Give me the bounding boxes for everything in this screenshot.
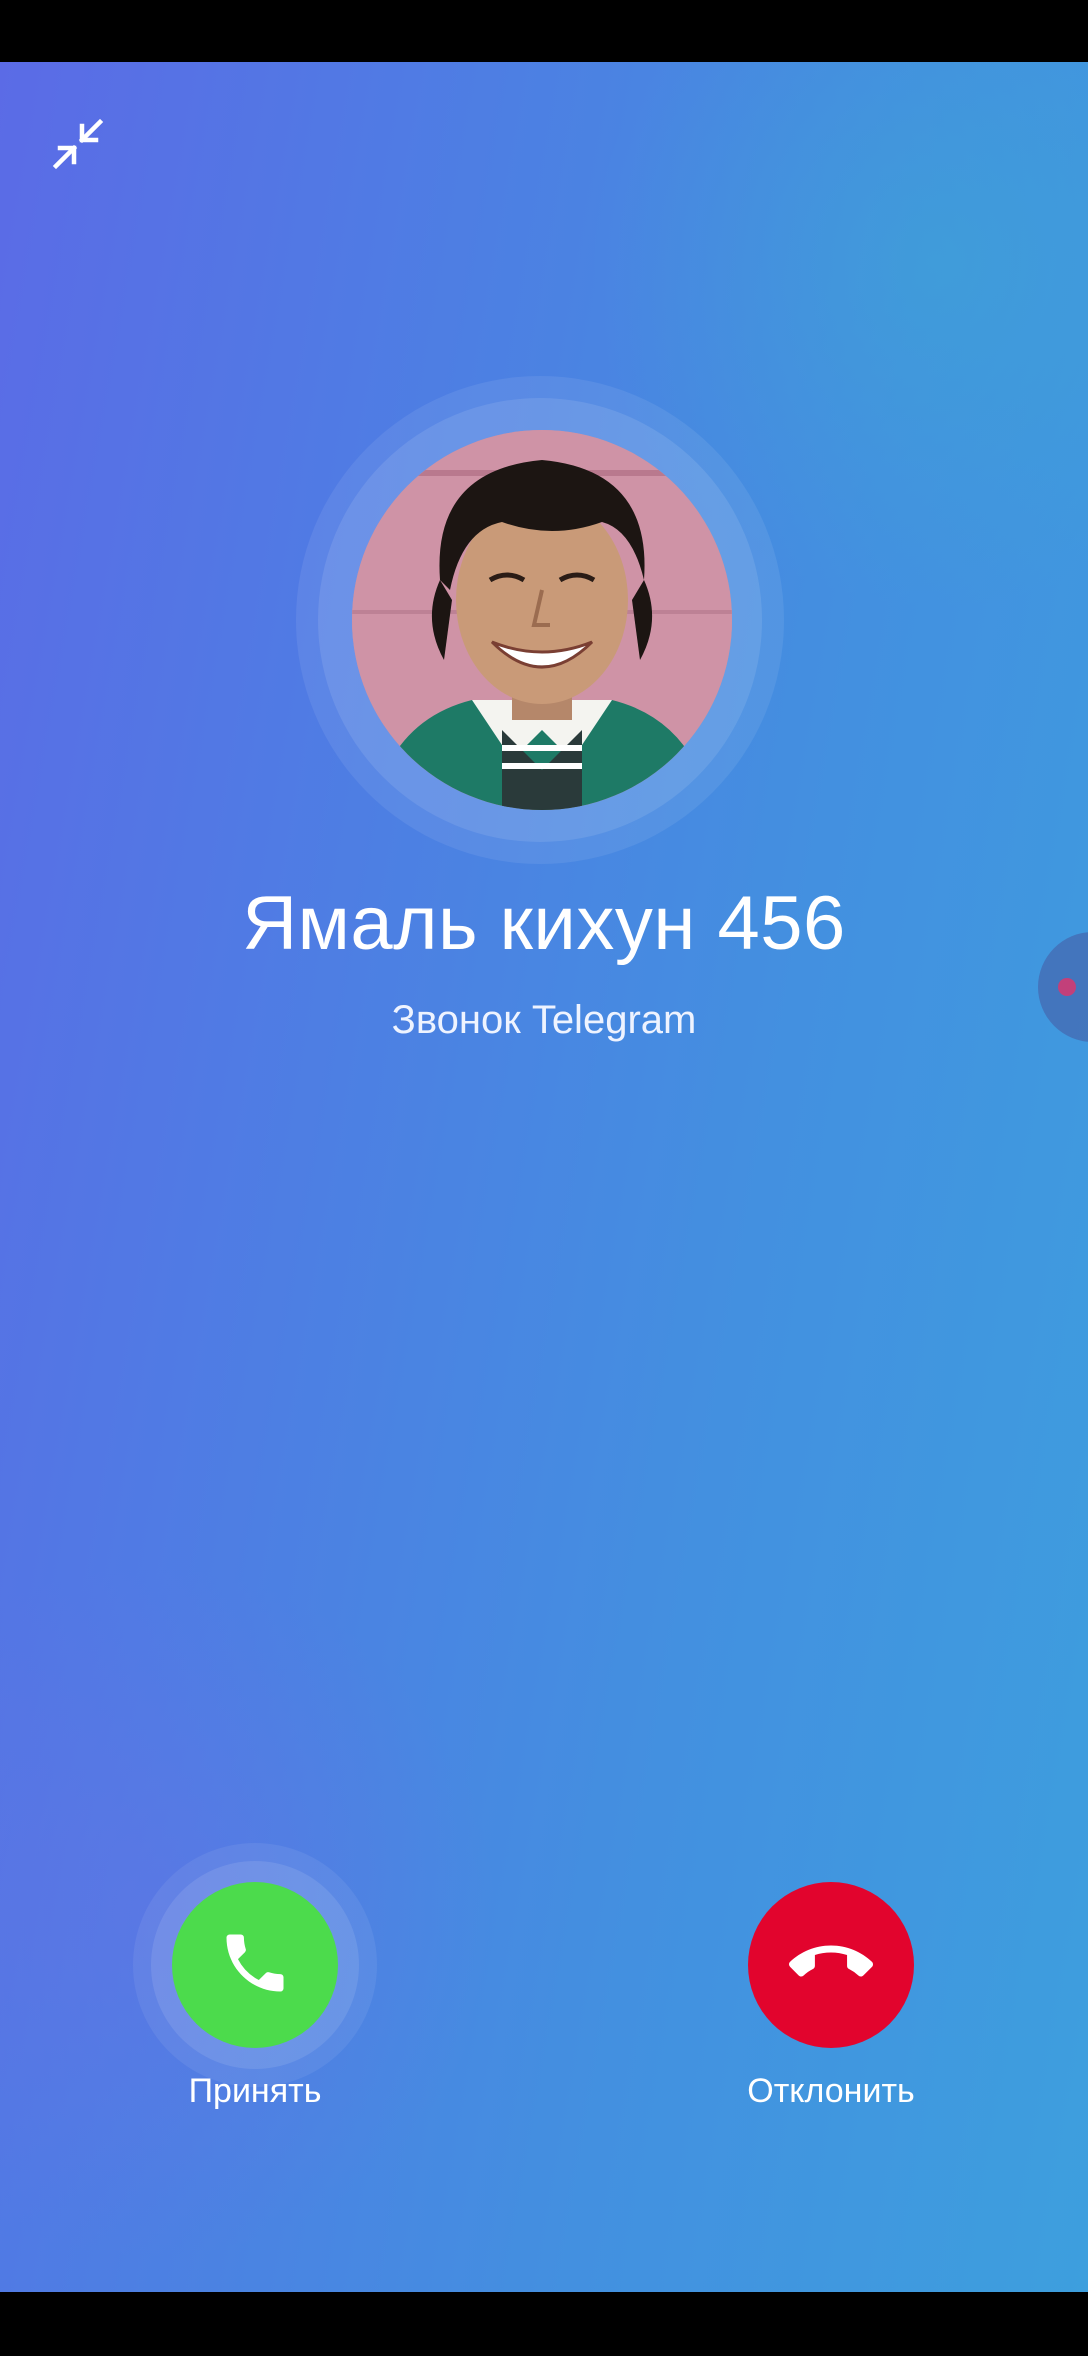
decline-call-button[interactable]: [748, 1882, 914, 2048]
accept-label: Принять: [188, 2072, 322, 2110]
minimize-arrows-icon: [48, 114, 108, 179]
phone-icon: [217, 1925, 293, 2006]
status-bar-area: [0, 0, 1088, 62]
caller-avatar: [352, 430, 732, 810]
indicator-dot: [1058, 978, 1076, 996]
navigation-bar-area: [0, 2292, 1088, 2356]
decline-label: Отклонить: [747, 2072, 915, 2110]
incoming-call-screen: Ямаль кихун 456 Звонок Telegram Принять …: [0, 0, 1088, 2356]
hang-up-icon: [788, 1921, 873, 2010]
minimize-button[interactable]: [44, 112, 112, 180]
caller-name: Ямаль кихун 456: [242, 881, 846, 966]
call-status: Звонок Telegram: [391, 998, 697, 1042]
accept-call-button[interactable]: [172, 1882, 338, 2048]
call-background: Ямаль кихун 456 Звонок Telegram Принять …: [0, 62, 1088, 2292]
